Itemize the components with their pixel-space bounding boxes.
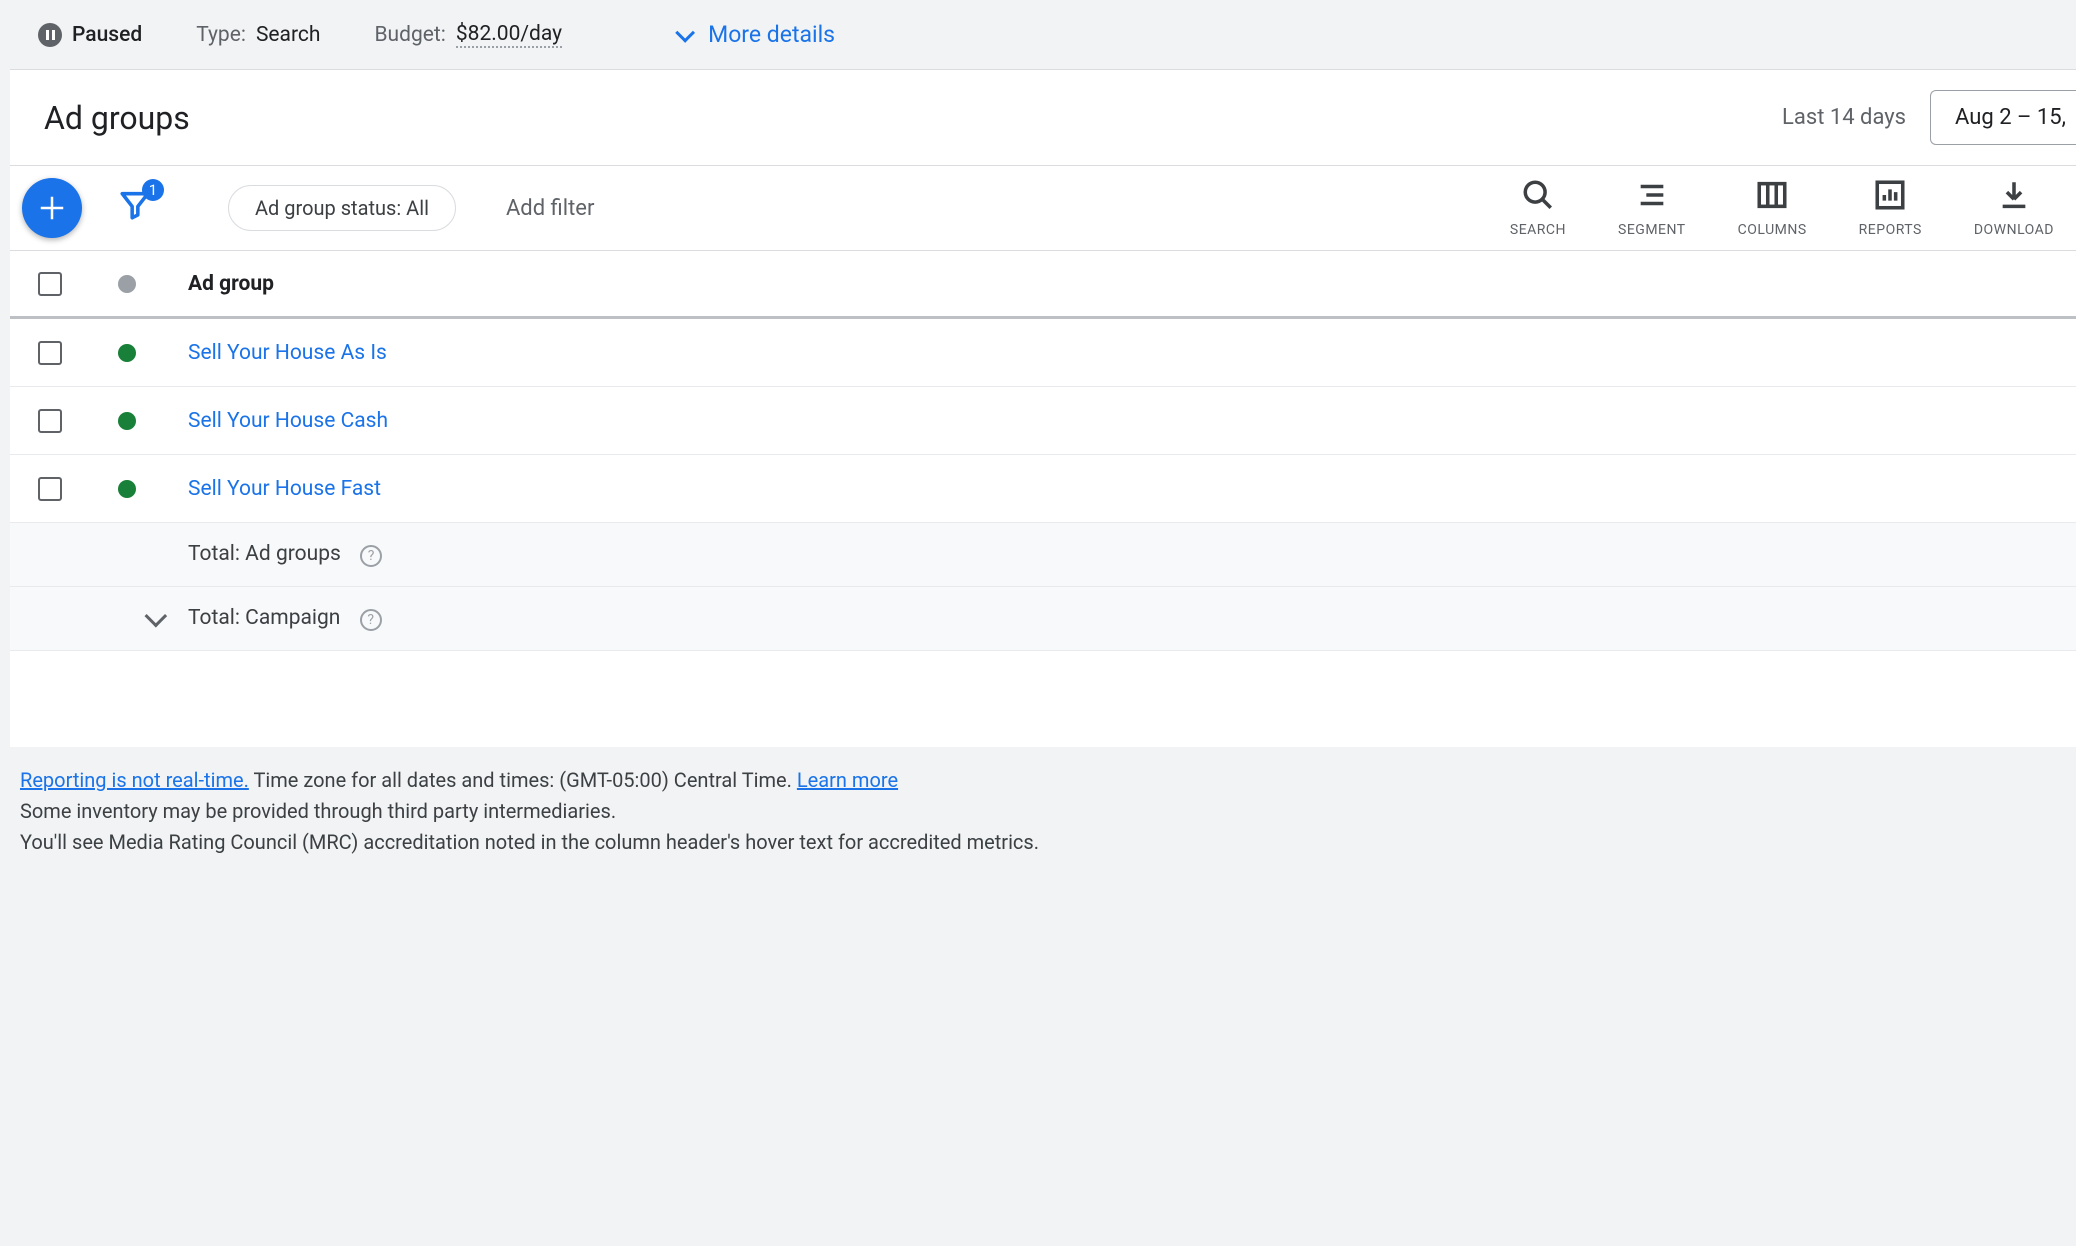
adgroup-link[interactable]: Sell Your House Cash [188,409,2066,433]
learn-more-link[interactable]: Learn more [797,768,898,792]
row-checkbox[interactable] [38,341,62,365]
reports-action[interactable]: REPORTS [1859,178,1922,238]
campaign-type-label: Type: [196,23,246,47]
help-icon[interactable]: ? [360,609,382,631]
table-row[interactable]: Sell Your House As Is [10,319,2076,387]
toolbar: 1 Ad group status: All Add filter SEARCH… [10,166,2076,251]
page-title: Ad groups [44,99,190,137]
download-icon [1997,178,2031,212]
campaign-budget-value: $82.00/day [456,22,562,48]
download-action[interactable]: DOWNLOAD [1974,178,2054,238]
reporting-realtime-link[interactable]: Reporting is not real-time. [20,768,249,792]
pause-icon [38,23,62,47]
status-column-icon[interactable] [118,275,136,293]
campaign-budget-label: Budget: [374,23,445,47]
table-empty-space [10,651,2076,747]
inventory-note: Some inventory may be provided through t… [20,796,2066,827]
reports-icon [1873,178,1907,212]
table-row[interactable]: Sell Your House Cash [10,387,2076,455]
status-filter-chip[interactable]: Ad group status: All [228,185,456,231]
search-action-label: SEARCH [1510,222,1566,238]
table-header-row: Ad group [10,251,2076,319]
adgroup-link[interactable]: Sell Your House As Is [188,341,2066,365]
campaign-status-label: Paused [72,23,142,47]
campaign-budget[interactable]: Budget: $82.00/day [374,22,562,48]
columns-icon [1755,178,1789,212]
campaign-type-value: Search [256,23,321,47]
columns-action[interactable]: COLUMNS [1738,178,1807,238]
select-all-checkbox[interactable] [38,272,62,296]
chevron-down-icon [675,22,695,42]
status-enabled-icon[interactable] [118,344,136,362]
timezone-text: Time zone for all dates and times: (GMT-… [249,768,797,792]
table-row[interactable]: Sell Your House Fast [10,455,2076,523]
help-icon[interactable]: ? [360,545,382,567]
add-button[interactable] [22,178,82,238]
total-campaign-row: Total: Campaign ? [10,587,2076,651]
more-details-toggle[interactable]: More details [676,21,835,48]
more-details-label: More details [708,21,835,48]
row-checkbox[interactable] [38,409,62,433]
segment-action[interactable]: SEGMENT [1618,178,1686,238]
filter-button[interactable]: 1 [118,188,152,228]
campaign-status[interactable]: Paused [38,23,142,47]
search-action[interactable]: SEARCH [1510,178,1566,238]
segment-icon [1635,178,1669,212]
total-campaign-label: Total: Campaign [188,606,340,630]
adgroup-link[interactable]: Sell Your House Fast [188,477,2066,501]
expand-icon[interactable] [145,604,168,627]
segment-action-label: SEGMENT [1618,222,1686,238]
status-enabled-icon[interactable] [118,412,136,430]
date-range-label: Last 14 days [1782,105,1906,130]
page-header: Ad groups Last 14 days Aug 2 – 15, [10,70,2076,166]
download-action-label: DOWNLOAD [1974,222,2054,238]
status-enabled-icon[interactable] [118,480,136,498]
search-icon [1521,178,1555,212]
filter-count-badge: 1 [142,179,164,201]
ad-groups-table: Ad group Sell Your House As Is Sell Your… [10,251,2076,747]
adgroup-column-header[interactable]: Ad group [188,272,2066,296]
date-range-picker[interactable]: Aug 2 – 15, [1930,90,2076,145]
row-checkbox[interactable] [38,477,62,501]
reports-action-label: REPORTS [1859,222,1922,238]
mrc-note: You'll see Media Rating Council (MRC) ac… [20,827,2066,858]
total-adgroups-row: Total: Ad groups ? [10,523,2076,587]
add-filter-button[interactable]: Add filter [506,196,594,221]
columns-action-label: COLUMNS [1738,222,1807,238]
reporting-footnote: Reporting is not real-time. Time zone fo… [10,747,2076,878]
plus-icon [37,193,67,223]
campaign-type: Type: Search [196,23,320,47]
total-adgroups-label: Total: Ad groups [188,542,341,566]
campaign-summary-bar: Paused Type: Search Budget: $82.00/day M… [10,0,2076,70]
